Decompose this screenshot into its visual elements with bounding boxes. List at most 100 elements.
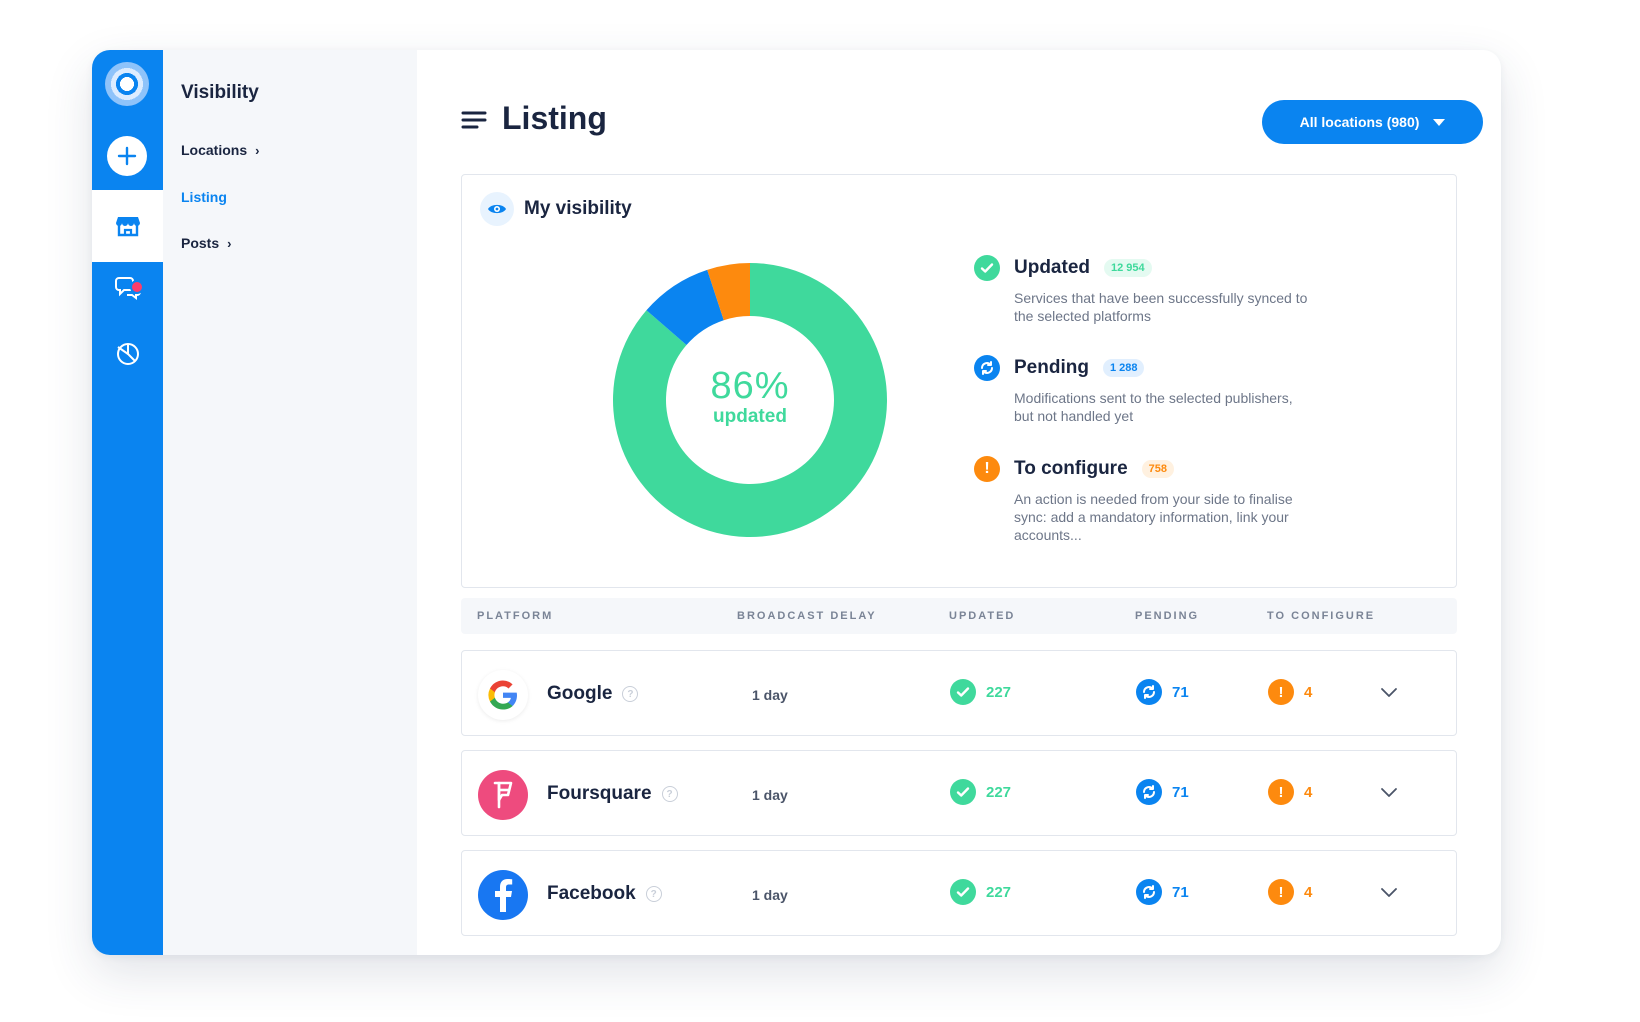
legend-count: 12 954	[1104, 259, 1152, 277]
column-header-updated: UPDATED	[949, 610, 1016, 622]
to-configure-count: ! 4	[1268, 779, 1312, 805]
table-row[interactable]: Foursquare ? 1 day 227 71 ! 4	[461, 750, 1457, 836]
to-configure-count: ! 4	[1268, 679, 1312, 705]
chevron-down-icon[interactable]	[1380, 885, 1398, 903]
updated-value: 227	[986, 883, 1012, 901]
legend-description: Services that have been successfully syn…	[1014, 290, 1308, 324]
page-title: Listing	[502, 100, 607, 136]
nav-item-locations[interactable]: Locations ›	[181, 142, 259, 158]
nav-item-label: Posts	[181, 235, 220, 251]
app-window: Visibility Locations › Listing Posts › L…	[92, 50, 1501, 955]
legend-count: 758	[1141, 460, 1174, 478]
to-configure-value: 4	[1304, 783, 1313, 801]
locations-dropdown-label: All locations (980)	[1299, 114, 1420, 130]
help-icon[interactable]: ?	[661, 786, 678, 802]
visibility-title: My visibility	[524, 198, 632, 219]
chevron-down-icon[interactable]	[1380, 685, 1398, 703]
eye-icon	[480, 192, 514, 226]
help-icon[interactable]: ?	[622, 686, 639, 702]
pending-value: 71	[1172, 783, 1189, 801]
table-row[interactable]: Google ? 1 day 227 71 ! 4	[461, 650, 1457, 736]
donut-percent: 86%	[710, 364, 790, 407]
analytics-icon[interactable]	[92, 328, 163, 378]
platform-name: Google ?	[547, 683, 639, 705]
foursquare-logo-icon	[478, 770, 528, 820]
alert-icon: !	[1268, 879, 1294, 905]
chevron-down-icon[interactable]	[1380, 785, 1398, 803]
sync-icon	[1136, 679, 1162, 705]
column-header-to-configure: TO CONFIGURE	[1267, 610, 1376, 622]
pending-count: 71	[1136, 779, 1189, 805]
main-panel: Listing All locations (980) My visibilit…	[417, 50, 1501, 955]
sync-icon	[1136, 879, 1162, 905]
sync-icon	[974, 355, 1000, 381]
alert-icon: !	[1268, 679, 1294, 705]
pending-count: 71	[1136, 879, 1189, 905]
chat-icon[interactable]	[92, 262, 163, 312]
broadcast-delay: 1 day	[752, 887, 788, 903]
broadcast-delay: 1 day	[752, 687, 788, 703]
menu-icon[interactable]	[461, 110, 487, 135]
check-icon	[974, 255, 1000, 281]
chevron-right-icon: ›	[227, 235, 232, 251]
to-configure-count: ! 4	[1268, 879, 1312, 905]
column-header-platform: PLATFORM	[477, 610, 554, 622]
platform-name: Foursquare ?	[547, 783, 678, 805]
to-configure-value: 4	[1304, 883, 1313, 901]
legend-label: To configure	[1014, 458, 1128, 479]
platform-name: Facebook ?	[547, 883, 662, 905]
icon-rail	[92, 50, 163, 955]
updated-value: 227	[986, 783, 1012, 801]
legend-label: Updated	[1014, 257, 1090, 278]
donut-center: 86% updated	[605, 255, 895, 545]
locations-dropdown[interactable]: All locations (980)	[1262, 100, 1483, 144]
sub-navigation: Visibility Locations › Listing Posts ›	[163, 50, 408, 955]
updated-count: 227	[950, 679, 1011, 705]
section-title: Visibility	[181, 82, 259, 103]
platform-label: Google	[547, 683, 613, 704]
legend-description: Modifications sent to the selected publi…	[1014, 390, 1293, 424]
to-configure-value: 4	[1304, 683, 1313, 701]
sync-icon	[1136, 779, 1162, 805]
updated-value: 227	[986, 683, 1012, 701]
legend-description: An action is needed from your side to fi…	[1014, 491, 1293, 543]
check-icon	[950, 879, 976, 905]
legend-pending: Pending 1 288 Modifications sent to the …	[974, 355, 1354, 425]
nav-item-listing[interactable]: Listing	[181, 189, 227, 205]
visibility-card: My visibility 86% updated Updated 12 954…	[461, 174, 1457, 588]
broadcast-delay: 1 day	[752, 787, 788, 803]
check-icon	[950, 679, 976, 705]
store-icon[interactable]	[92, 190, 163, 262]
column-header-delay: BROADCAST DELAY	[737, 610, 877, 622]
pending-value: 71	[1172, 683, 1189, 701]
platform-label: Foursquare	[547, 783, 652, 804]
add-icon[interactable]	[107, 136, 147, 176]
updated-count: 227	[950, 779, 1011, 805]
table-row[interactable]: Facebook ? 1 day 227 71 ! 4	[461, 850, 1457, 936]
platform-label: Facebook	[547, 883, 636, 904]
chevron-right-icon: ›	[255, 142, 260, 158]
nav-item-label: Listing	[181, 189, 227, 205]
legend-count: 1 288	[1102, 359, 1145, 377]
facebook-logo-icon	[478, 870, 528, 920]
visibility-header: My visibility	[480, 192, 632, 226]
caret-down-icon	[1433, 118, 1446, 126]
pending-count: 71	[1136, 679, 1189, 705]
google-logo-icon	[478, 670, 528, 720]
nav-item-posts[interactable]: Posts ›	[181, 235, 231, 251]
pending-value: 71	[1172, 883, 1189, 901]
alert-icon: !	[974, 456, 1000, 482]
donut-caption: updated	[713, 405, 787, 427]
donut-chart: 86% updated	[605, 255, 895, 545]
updated-count: 227	[950, 879, 1011, 905]
column-header-pending: PENDING	[1135, 610, 1200, 622]
legend-updated: Updated 12 954 Services that have been s…	[974, 255, 1354, 325]
legend-label: Pending	[1014, 357, 1089, 378]
logo-icon[interactable]	[105, 62, 149, 106]
alert-icon: !	[1268, 779, 1294, 805]
nav-item-label: Locations	[181, 142, 248, 158]
check-icon	[950, 779, 976, 805]
legend-to-configure: ! To configure 758 An action is needed f…	[974, 456, 1354, 544]
table-header: PLATFORM BROADCAST DELAY UPDATED PENDING…	[461, 598, 1457, 634]
help-icon[interactable]: ?	[645, 886, 662, 902]
